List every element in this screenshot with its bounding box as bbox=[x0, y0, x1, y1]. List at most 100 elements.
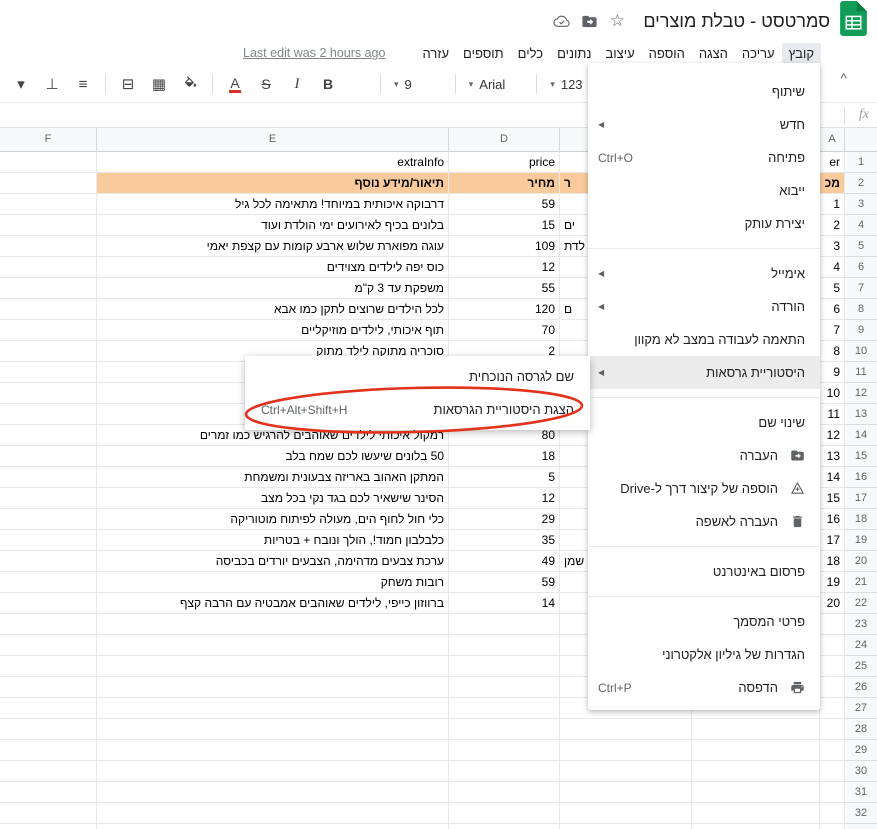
cell-A27[interactable] bbox=[820, 698, 845, 719]
cell-E18[interactable]: כלי חול לחוף הים, מעולה לפיתוח מוטוריקה bbox=[97, 509, 449, 530]
row-header-14[interactable]: 14 bbox=[845, 425, 877, 446]
corner-cell[interactable] bbox=[845, 128, 877, 152]
cell-E32[interactable] bbox=[97, 803, 449, 824]
font-size-value[interactable]: 9 bbox=[405, 77, 412, 92]
cell-E28[interactable] bbox=[97, 719, 449, 740]
cell-E6[interactable]: כוס יפה לילדים מצוידים bbox=[97, 257, 449, 278]
cell-F9[interactable] bbox=[0, 320, 97, 341]
menubar-item[interactable]: נתונים bbox=[550, 43, 598, 64]
cell-C31[interactable] bbox=[560, 782, 692, 803]
file-menu-item[interactable]: ייבוא bbox=[588, 174, 820, 207]
cell-D21[interactable]: 59 bbox=[449, 572, 560, 593]
cell-D7[interactable]: 55 bbox=[449, 278, 560, 299]
hide-menus-icon[interactable]: ^ bbox=[840, 70, 847, 86]
row-header-16[interactable]: 16 bbox=[845, 467, 877, 488]
cell-D6[interactable]: 12 bbox=[449, 257, 560, 278]
cell-A9[interactable]: 7 bbox=[820, 320, 845, 341]
cell-F19[interactable] bbox=[0, 530, 97, 551]
cell-B32[interactable] bbox=[692, 803, 820, 824]
cell-E20[interactable]: ערכת צבעים מדהימה, הצבעים יורדים בכביסה bbox=[97, 551, 449, 572]
cell-F17[interactable] bbox=[0, 488, 97, 509]
cell-F31[interactable] bbox=[0, 782, 97, 803]
row-header-30[interactable]: 30 bbox=[845, 761, 877, 782]
cell-F33[interactable] bbox=[0, 824, 97, 829]
cell-F12[interactable] bbox=[0, 383, 97, 404]
cell-F2[interactable] bbox=[0, 173, 97, 194]
cell-D3[interactable]: 59 bbox=[449, 194, 560, 215]
row-header-27[interactable]: 27 bbox=[845, 698, 877, 719]
cell-A8[interactable]: 6 bbox=[820, 299, 845, 320]
cell-A21[interactable]: 19 bbox=[820, 572, 845, 593]
row-header-15[interactable]: 15 bbox=[845, 446, 877, 467]
row-header-29[interactable]: 29 bbox=[845, 740, 877, 761]
cell-F20[interactable] bbox=[0, 551, 97, 572]
cell-A20[interactable]: 18 bbox=[820, 551, 845, 572]
column-header-A[interactable]: A bbox=[820, 128, 845, 152]
file-menu-item[interactable]: פרסום באינטרנט bbox=[588, 555, 820, 588]
cell-F23[interactable] bbox=[0, 614, 97, 635]
cell-D29[interactable] bbox=[449, 740, 560, 761]
row-header-7[interactable]: 7 bbox=[845, 278, 877, 299]
cell-E4[interactable]: בלונים בכיף לאירועים ימי הולדת ועוד bbox=[97, 215, 449, 236]
cell-B29[interactable] bbox=[692, 740, 820, 761]
cell-C30[interactable] bbox=[560, 761, 692, 782]
menubar-item[interactable]: כלים bbox=[511, 43, 550, 64]
cell-A30[interactable] bbox=[820, 761, 845, 782]
file-menu-item[interactable]: העברה לאשפה bbox=[588, 505, 820, 538]
file-menu-item[interactable]: אימייל ◀ bbox=[588, 257, 820, 290]
file-menu-item[interactable]: שינוי שם bbox=[588, 406, 820, 439]
cell-D2[interactable]: מחיר bbox=[449, 173, 560, 194]
sheets-logo-icon[interactable] bbox=[840, 1, 867, 41]
cell-B30[interactable] bbox=[692, 761, 820, 782]
cell-E5[interactable]: עוגה מפוארת שלוש ארבע קומות עם קצפת יאמי bbox=[97, 236, 449, 257]
cell-D32[interactable] bbox=[449, 803, 560, 824]
cell-A23[interactable] bbox=[820, 614, 845, 635]
row-header-23[interactable]: 23 bbox=[845, 614, 877, 635]
font-family-value[interactable]: Arial bbox=[479, 77, 505, 92]
cell-A16[interactable]: 14 bbox=[820, 467, 845, 488]
file-menu-item[interactable]: הוספה של קיצור דרך ל-Drive bbox=[588, 472, 820, 505]
row-header-18[interactable]: 18 bbox=[845, 509, 877, 530]
cell-A3[interactable]: 1 bbox=[820, 194, 845, 215]
cell-F8[interactable] bbox=[0, 299, 97, 320]
cell-F3[interactable] bbox=[0, 194, 97, 215]
cell-C28[interactable] bbox=[560, 719, 692, 740]
cell-A13[interactable]: 11 bbox=[820, 404, 845, 425]
file-menu-item[interactable]: הורדה ◀ bbox=[588, 290, 820, 323]
cell-D24[interactable] bbox=[449, 635, 560, 656]
row-header-13[interactable]: 13 bbox=[845, 404, 877, 425]
cell-A31[interactable] bbox=[820, 782, 845, 803]
cell-C33[interactable] bbox=[560, 824, 692, 829]
cell-A22[interactable]: 20 bbox=[820, 593, 845, 614]
cell-C29[interactable] bbox=[560, 740, 692, 761]
cell-F29[interactable] bbox=[0, 740, 97, 761]
row-header-22[interactable]: 22 bbox=[845, 593, 877, 614]
menubar-item[interactable]: עזרה bbox=[415, 43, 456, 64]
cell-F21[interactable] bbox=[0, 572, 97, 593]
cell-D9[interactable]: 70 bbox=[449, 320, 560, 341]
cell-F4[interactable] bbox=[0, 215, 97, 236]
cell-D30[interactable] bbox=[449, 761, 560, 782]
cell-A4[interactable]: 2 bbox=[820, 215, 845, 236]
cell-E26[interactable] bbox=[97, 677, 449, 698]
cell-F15[interactable] bbox=[0, 446, 97, 467]
row-header-33[interactable]: 33 bbox=[845, 824, 877, 829]
cell-A2[interactable]: מכ bbox=[820, 173, 845, 194]
cell-F14[interactable] bbox=[0, 425, 97, 446]
row-header-3[interactable]: 3 bbox=[845, 194, 877, 215]
menubar-item[interactable]: הוספה bbox=[642, 43, 692, 64]
cell-E1[interactable]: extraInfo bbox=[97, 152, 449, 173]
row-header-26[interactable]: 26 bbox=[845, 677, 877, 698]
cell-F24[interactable] bbox=[0, 635, 97, 656]
menubar-item[interactable]: עיצוב bbox=[598, 43, 641, 64]
cell-F6[interactable] bbox=[0, 257, 97, 278]
cell-A7[interactable]: 5 bbox=[820, 278, 845, 299]
document-title[interactable]: סמרטסט - טבלת מוצרים bbox=[643, 11, 830, 32]
cell-A33[interactable] bbox=[820, 824, 845, 829]
cell-F11[interactable] bbox=[0, 362, 97, 383]
cell-A10[interactable]: 8 bbox=[820, 341, 845, 362]
cell-A12[interactable]: 10 bbox=[820, 383, 845, 404]
more-options-icon[interactable]: ▾ bbox=[12, 75, 30, 93]
cell-F16[interactable] bbox=[0, 467, 97, 488]
row-header-24[interactable]: 24 bbox=[845, 635, 877, 656]
